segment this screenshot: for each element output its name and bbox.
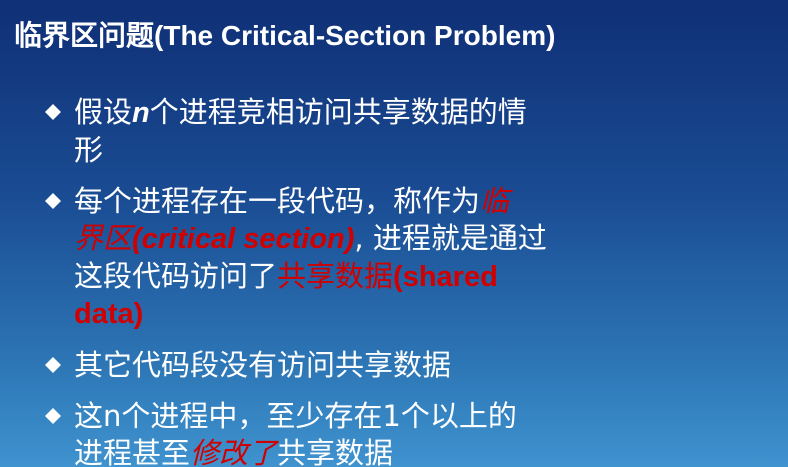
bullet-item-3-text: 其它代码段没有访问共享数据 <box>74 348 452 382</box>
critical-section-highlight-part-1: 临 <box>480 184 510 218</box>
slide-title: 临界区问题(The Critical-Section Problem) <box>14 14 784 58</box>
diamond-bullet-icon <box>44 103 62 121</box>
bullet-item-4: 这n个进程中，至少存在1个以上的 进程甚至修改了共享数据 <box>42 398 762 467</box>
bullet-item-2: 每个进程存在一段代码，称作为临 界区(critical section), 进程… <box>42 183 762 333</box>
bullet-item-2-line-2: 界区(critical section), 进程就是通过 <box>74 220 762 258</box>
modified-highlight: 修改了 <box>190 436 278 467</box>
bullet-item-1-line-1: 假设n个进程竞相访问共享数据的情 <box>74 94 762 132</box>
diamond-bullet-icon <box>44 192 62 210</box>
bullet-item-4-line-1: 这n个进程中，至少存在1个以上的 <box>74 399 517 433</box>
critical-section-english-label: (critical section) <box>132 223 355 255</box>
shared-data-highlight-english-part-2: data) <box>74 298 144 330</box>
bullet-list: 假设n个进程竞相访问共享数据的情 形 每个进程存在一段代码，称作为临 界区(cr… <box>42 94 762 467</box>
bullet-item-1-text-before-var: 假设 <box>74 95 133 129</box>
bullet-item-2-line-3-main: 这段代码访问了 <box>74 259 278 293</box>
bullet-item-2-line-3: 这段代码访问了共享数据(shared <box>74 258 762 296</box>
diamond-bullet-icon <box>44 356 62 374</box>
slide-title-chinese: 临界区问题 <box>14 19 155 52</box>
bullet-item-4-text-after: 共享数据 <box>277 436 394 467</box>
bullet-item-4-line-2: 进程甚至修改了共享数据 <box>74 435 762 467</box>
slide-title-english: (The Critical-Section Problem) <box>154 20 556 51</box>
bullet-item-3: 其它代码段没有访问共享数据 <box>42 347 762 384</box>
shared-data-highlight-english-part-1: (shared <box>393 261 498 293</box>
bullet-item-2-text-after: , 进程就是通过 <box>354 221 547 255</box>
bullet-item-1: 假设n个进程竞相访问共享数据的情 形 <box>42 94 762 169</box>
shared-data-highlight-chinese: 共享数据 <box>277 259 394 293</box>
bullet-item-4-text-before: 进程甚至 <box>74 436 191 467</box>
slide: 临界区问题(The Critical-Section Problem) 假设n个… <box>0 0 788 467</box>
bullet-item-2-text-main: 每个进程存在一段代码，称作为 <box>74 184 481 218</box>
bullet-item-2-line-1: 每个进程存在一段代码，称作为临 <box>74 183 762 220</box>
bullet-item-1-text-after-var: 个进程竞相访问共享数据的情 <box>149 95 527 129</box>
critical-section-highlight-part-2: 界区 <box>74 221 133 255</box>
bullet-item-1-line-2: 形 <box>74 133 104 167</box>
diamond-bullet-icon <box>44 407 62 425</box>
bullet-item-1-variable: n <box>132 97 150 129</box>
